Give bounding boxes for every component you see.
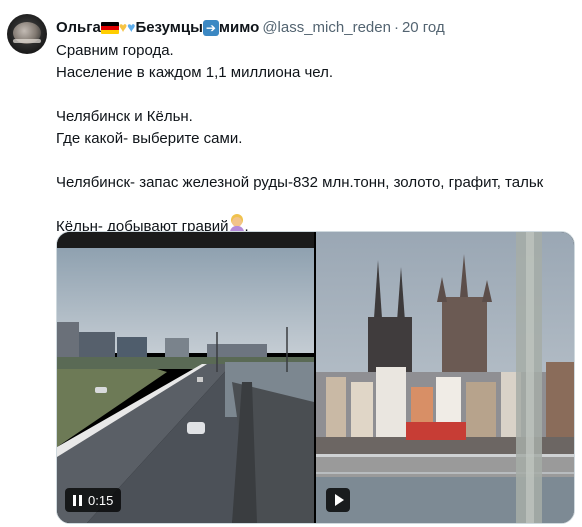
author-name[interactable]: Ольга ♥♥Безумцы ➔ мимо bbox=[56, 19, 259, 36]
video-control-paused[interactable]: 0:15 bbox=[65, 488, 121, 512]
video-thumbnail-chelyabinsk[interactable]: 0:15 bbox=[57, 232, 314, 523]
avatar-caption-mark bbox=[13, 39, 41, 43]
play-icon bbox=[334, 494, 344, 506]
tweet-line: Челябинск- запас железной руды-832 млн.т… bbox=[56, 174, 544, 191]
yellow-heart-icon: ♥ bbox=[118, 18, 128, 35]
right-arrow-icon: ➔ bbox=[202, 19, 219, 36]
tweet-line: Население в каждом 1,1 миллиона чел. bbox=[56, 64, 334, 81]
tweet-text: Сравним города. Население в каждом 1,1 м… bbox=[56, 40, 576, 238]
video-thumbnail-cologne[interactable] bbox=[316, 232, 574, 523]
author-handle[interactable]: @lass_mich_reden bbox=[262, 19, 391, 36]
pause-icon bbox=[73, 494, 82, 506]
tweet-line: Сравним города. bbox=[56, 42, 174, 59]
avatar[interactable] bbox=[7, 14, 47, 54]
tweet-line: Челябинск и Кёльн. bbox=[56, 108, 193, 125]
media-grid[interactable]: 0:15 bbox=[56, 231, 575, 524]
tweet[interactable]: Ольга ♥♥Безумцы ➔ мимо @lass_mich_reden · 2… bbox=[0, 0, 582, 527]
germany-flag-icon bbox=[100, 21, 119, 34]
tweet-time[interactable]: 20 год bbox=[402, 19, 445, 36]
video-play-button[interactable] bbox=[326, 488, 350, 512]
tweet-line: Где какой- выберите сами. bbox=[56, 130, 243, 147]
video-duration: 0:15 bbox=[88, 492, 114, 508]
highway-scene bbox=[57, 232, 314, 523]
separator-dot: · bbox=[393, 18, 399, 36]
cologne-scene bbox=[316, 232, 574, 523]
tweet-header: Ольга ♥♥Безумцы ➔ мимо @lass_mich_reden · 2… bbox=[56, 16, 445, 38]
